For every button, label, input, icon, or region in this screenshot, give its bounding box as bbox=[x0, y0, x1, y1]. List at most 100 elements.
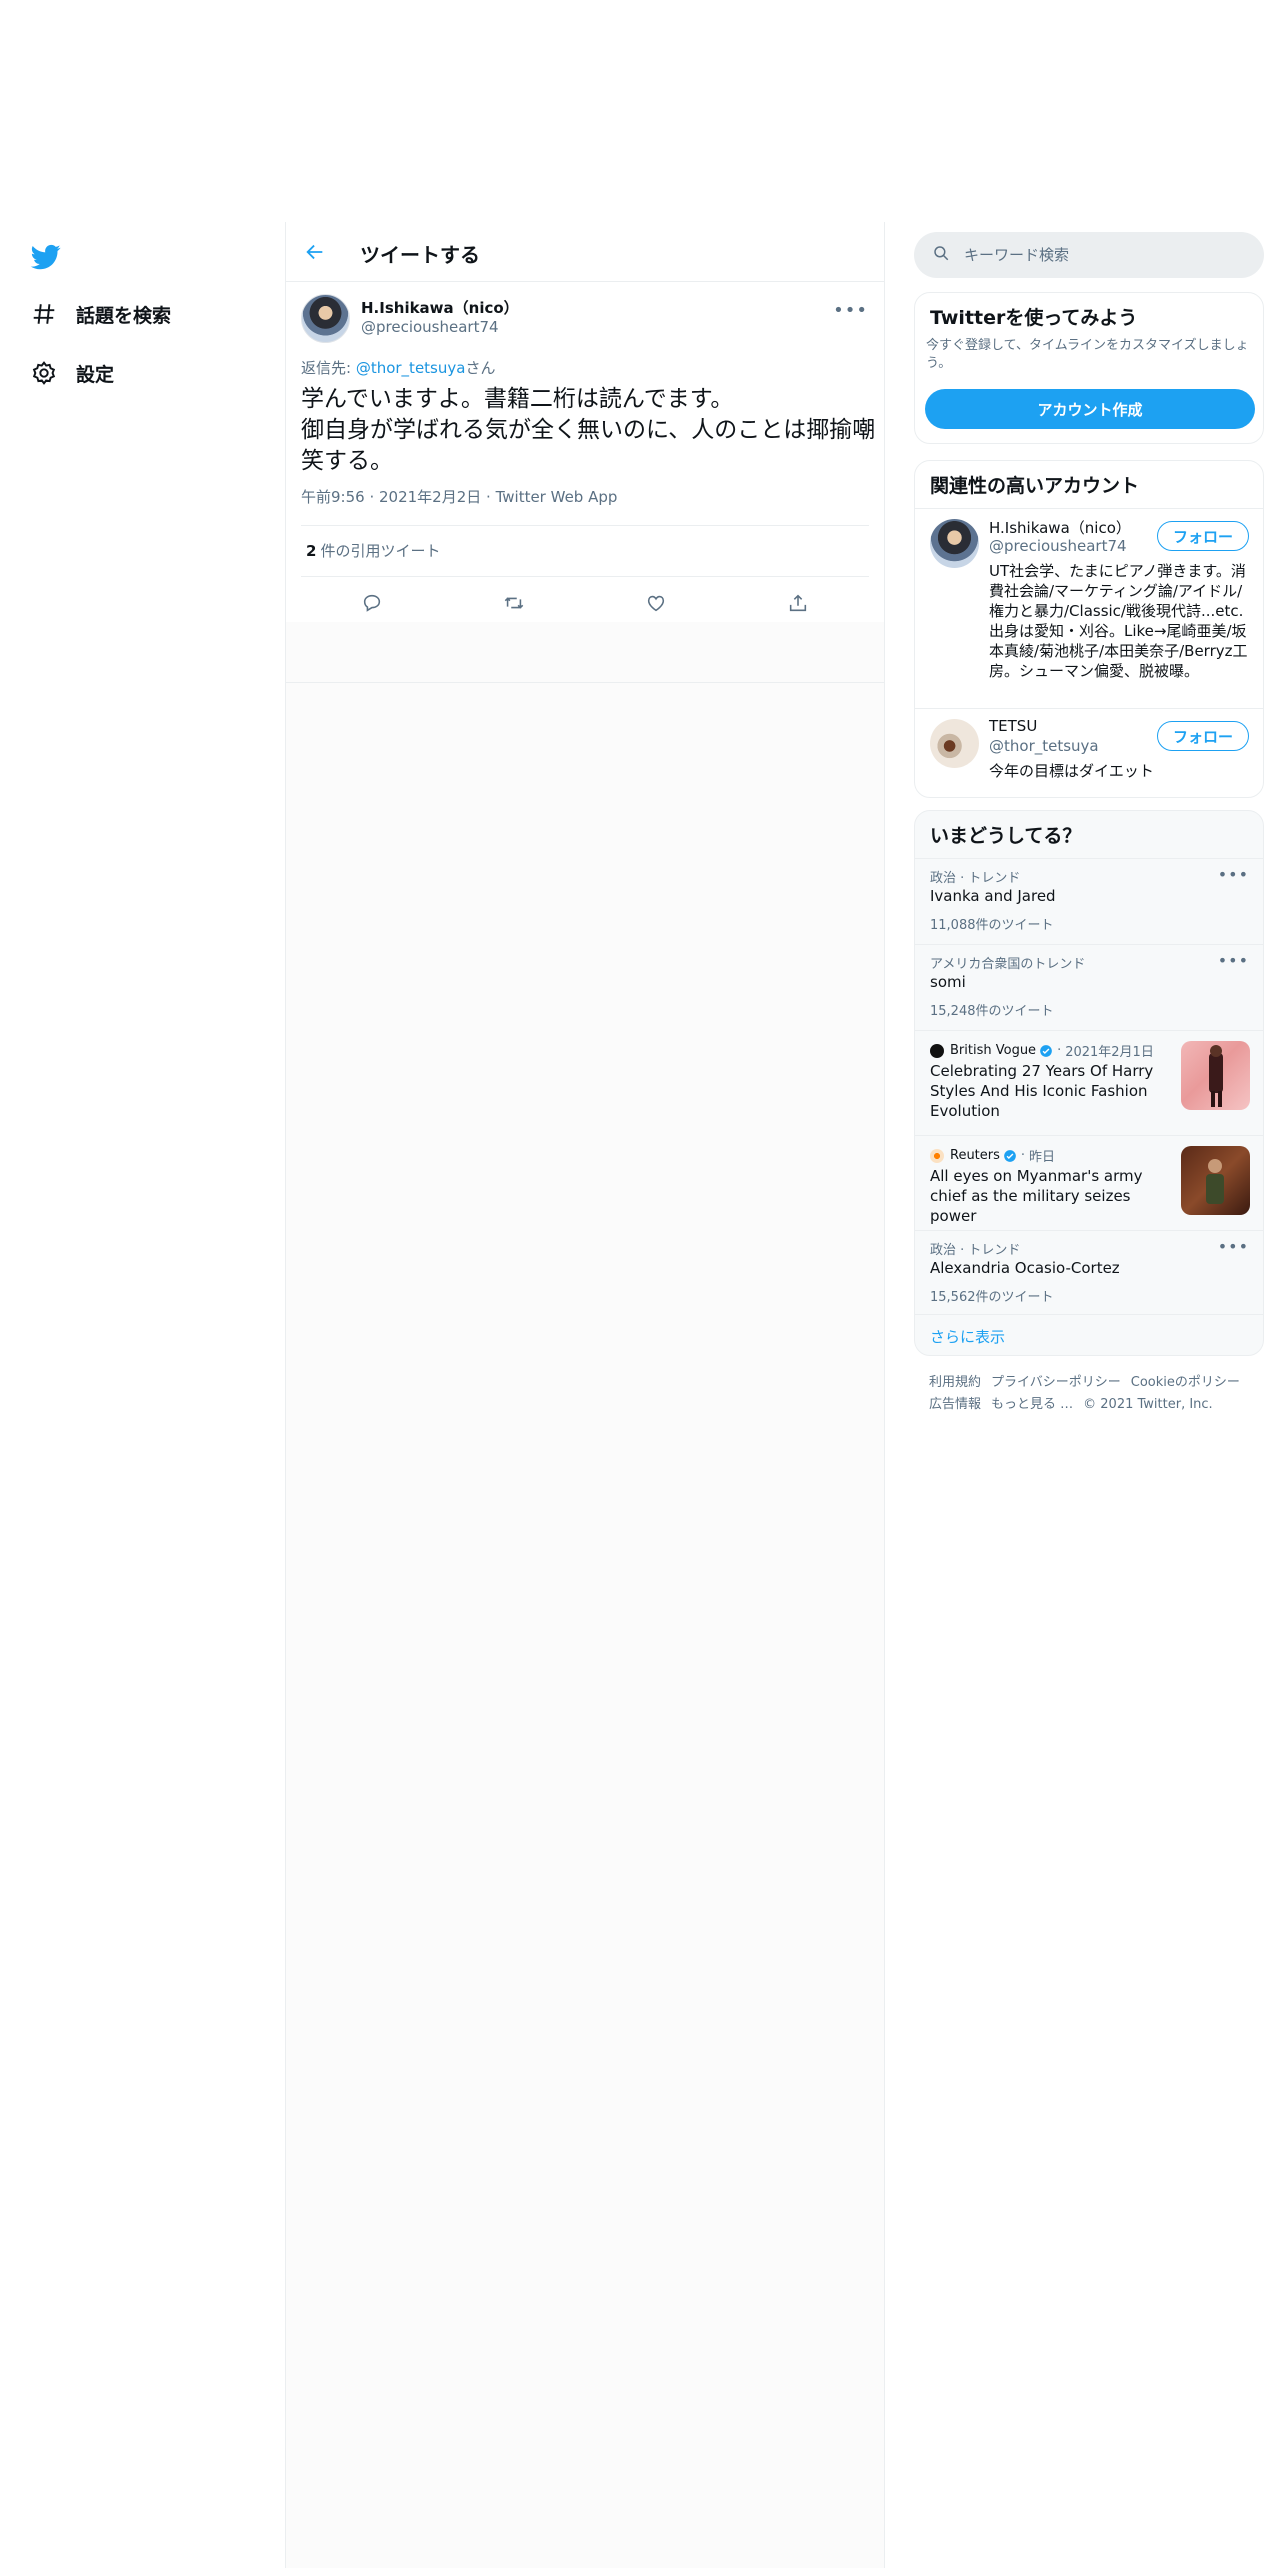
footer-link[interactable]: プライバシーポリシー bbox=[991, 1375, 1121, 1390]
news-headline: Celebrating 27 Years Of Harry Styles And… bbox=[930, 1062, 1154, 1120]
related-account[interactable]: H.Ishikawa（nico） @preciousheart74 フォロー U… bbox=[915, 509, 1263, 709]
back-arrow-icon[interactable] bbox=[300, 237, 330, 267]
tweet-actions bbox=[301, 582, 869, 624]
follow-button[interactable]: フォロー bbox=[1157, 521, 1249, 551]
more-options-icon[interactable]: ••• bbox=[1218, 951, 1249, 970]
news-date-sep: · bbox=[1020, 1148, 1026, 1163]
account-bio: UT社会学、たまにピアノ弾きます。消費社会論/マーケティング論/アイドル/権力と… bbox=[989, 562, 1248, 680]
quote-tweets-link[interactable]: 2 件の引用ツイート bbox=[306, 540, 440, 561]
share-icon[interactable] bbox=[781, 586, 815, 620]
related-account[interactable]: TETSU @thor_tetsuya フォロー 今年の目標はダイエット bbox=[915, 709, 1263, 797]
news-source: Reuters · 昨日 bbox=[930, 1146, 1055, 1165]
footer-links: 利用規約 プライバシーポリシー Cookieのポリシー 広告情報 もっと見る … © 2… bbox=[929, 1372, 1259, 1416]
reply-icon[interactable] bbox=[355, 586, 389, 620]
avatar[interactable] bbox=[301, 294, 350, 343]
account-name[interactable]: TETSU bbox=[989, 717, 1037, 735]
news-thumbnail bbox=[1181, 1146, 1250, 1215]
news-item[interactable]: British Vogue · 2021年2月1日 Celebrating 27… bbox=[915, 1031, 1263, 1136]
account-handle[interactable]: @preciousheart74 bbox=[989, 537, 1127, 555]
divider bbox=[301, 525, 869, 526]
divider bbox=[301, 576, 869, 577]
timeline-empty-area bbox=[286, 622, 884, 2568]
create-account-button[interactable]: アカウント作成 bbox=[925, 389, 1255, 429]
trend-count: 11,088件のツイート bbox=[930, 918, 1054, 933]
trend-item[interactable]: 政治 · トレンド ••• Ivanka and Jared 11,088件のツ… bbox=[915, 859, 1263, 945]
reply-prefix: 返信先: bbox=[301, 359, 356, 377]
trend-count: 15,562件のツイート bbox=[930, 1290, 1054, 1305]
search-input[interactable] bbox=[964, 246, 1234, 264]
trend-name: somi bbox=[930, 973, 966, 991]
verified-badge-icon bbox=[1004, 1149, 1016, 1162]
more-options-icon[interactable]: ••• bbox=[1218, 865, 1249, 884]
tweet-text-line: 学んでいますよ。書籍二桁は読んでます。 bbox=[301, 386, 734, 412]
account-handle[interactable]: @thor_tetsuya bbox=[989, 737, 1099, 755]
tweet-text-line: 御自身が学ばれる気が全く無いのに、人のことは揶揄嘲笑する。 bbox=[301, 417, 876, 474]
tweet-source[interactable]: Twitter Web App bbox=[496, 488, 618, 506]
tweet-time[interactable]: 午前9:56 bbox=[301, 488, 365, 506]
tweet-author-name[interactable]: H.Ishikawa（nico） bbox=[361, 297, 519, 318]
retweet-icon[interactable] bbox=[497, 586, 531, 620]
show-more-link[interactable]: さらに表示 bbox=[930, 1326, 1005, 1347]
trend-count: 15,248件のツイート bbox=[930, 1004, 1054, 1019]
trends-header: いまどうしてる？ bbox=[915, 811, 1263, 859]
signup-description: 今すぐ登録して、タイムラインをカスタマイズしましょう。 bbox=[926, 338, 1249, 371]
footer-copyright: © 2021 Twitter, Inc. bbox=[1083, 1397, 1213, 1412]
footer-link[interactable]: もっと見る … bbox=[991, 1397, 1073, 1412]
signup-title: Twitterを使ってみよう bbox=[930, 307, 1138, 329]
tweet-meta: 午前9:56 · 2021年2月2日 · Twitter Web App bbox=[301, 488, 618, 506]
source-logo-icon bbox=[930, 1148, 944, 1163]
trend-name: Alexandria Ocasio-Cortez bbox=[930, 1259, 1120, 1277]
news-source: British Vogue · 2021年2月1日 bbox=[930, 1041, 1154, 1060]
news-date-sep: · bbox=[1057, 1043, 1062, 1058]
news-date: 昨日 bbox=[1029, 1150, 1056, 1165]
search-icon bbox=[932, 244, 950, 266]
related-accounts-title: 関連性の高いアカウント bbox=[930, 475, 1140, 497]
follow-button[interactable]: フォロー bbox=[1157, 721, 1249, 751]
nav-label-settings: 設定 bbox=[76, 363, 115, 386]
trend-context: 政治 · トレンド bbox=[930, 871, 1021, 886]
source-logo-icon bbox=[930, 1043, 944, 1058]
trend-name: Ivanka and Jared bbox=[930, 887, 1056, 905]
hashtag-icon bbox=[30, 300, 58, 328]
footer-link[interactable]: 利用規約 bbox=[929, 1375, 981, 1390]
trends-card: いまどうしてる？ 政治 · トレンド ••• Ivanka and Jared … bbox=[914, 810, 1264, 1356]
related-accounts-header: 関連性の高いアカウント bbox=[915, 461, 1263, 509]
reply-suffix: さん bbox=[465, 359, 496, 377]
related-accounts-card: 関連性の高いアカウント H.Ishikawa（nico） @precioushe… bbox=[914, 460, 1264, 798]
reply-mention-link[interactable]: @thor_tetsuya bbox=[356, 359, 466, 377]
divider bbox=[286, 682, 884, 683]
reply-to-line: 返信先: @thor_tetsuyaさん bbox=[301, 357, 495, 378]
footer-link[interactable]: Cookieのポリシー bbox=[1131, 1375, 1240, 1390]
news-headline: All eyes on Myanmar's army chief as the … bbox=[930, 1167, 1143, 1225]
tweet-date[interactable]: 2021年2月2日 bbox=[379, 488, 481, 506]
avatar[interactable] bbox=[930, 719, 979, 768]
news-source-name: Reuters bbox=[950, 1148, 1000, 1163]
more-options-icon[interactable]: ••• bbox=[833, 300, 868, 321]
trend-item[interactable]: 政治 · トレンド ••• Alexandria Ocasio-Cortez 1… bbox=[915, 1231, 1263, 1315]
nav-label-explore: 話題を検索 bbox=[76, 304, 172, 327]
footer-link[interactable]: 広告情報 bbox=[929, 1397, 981, 1412]
like-heart-icon[interactable] bbox=[639, 586, 673, 620]
signup-card: Twitterを使ってみよう 今すぐ登録して、タイムラインをカスタマイズしましょ… bbox=[914, 292, 1264, 444]
search-box[interactable] bbox=[914, 232, 1264, 278]
more-options-icon[interactable]: ••• bbox=[1218, 1237, 1249, 1256]
nav-item-explore[interactable]: 話題を検索 bbox=[30, 294, 171, 334]
tweet-author-handle[interactable]: @preciousheart74 bbox=[361, 318, 499, 336]
account-bio: 今年の目標はダイエット bbox=[989, 762, 1154, 780]
trend-context: アメリカ合衆国のトレンド bbox=[930, 957, 1086, 972]
trend-context: 政治 · トレンド bbox=[930, 1243, 1021, 1258]
quote-label: 件の引用ツイート bbox=[320, 542, 441, 560]
trends-title: いまどうしてる？ bbox=[930, 825, 1082, 847]
nav-item-settings[interactable]: 設定 bbox=[30, 353, 114, 393]
trend-item[interactable]: アメリカ合衆国のトレンド ••• somi 15,248件のツイート bbox=[915, 945, 1263, 1031]
account-name[interactable]: H.Ishikawa（nico） bbox=[989, 517, 1131, 538]
page-title: ツイートする bbox=[360, 243, 480, 267]
news-thumbnail bbox=[1181, 1041, 1250, 1110]
page-header: ツイートする bbox=[286, 222, 884, 282]
main-column: ツイートする H.Ishikawa（nico） @preciousheart74… bbox=[285, 222, 885, 2568]
avatar[interactable] bbox=[930, 519, 979, 568]
tweet-text: 学んでいますよ。書籍二桁は読んでます。 御自身が学ばれる気が全く無いのに、人のこ… bbox=[301, 384, 876, 477]
news-item[interactable]: Reuters · 昨日 All eyes on Myanmar's army … bbox=[915, 1136, 1263, 1231]
quote-count: 2 bbox=[306, 542, 317, 560]
twitter-logo-icon[interactable] bbox=[29, 242, 63, 272]
